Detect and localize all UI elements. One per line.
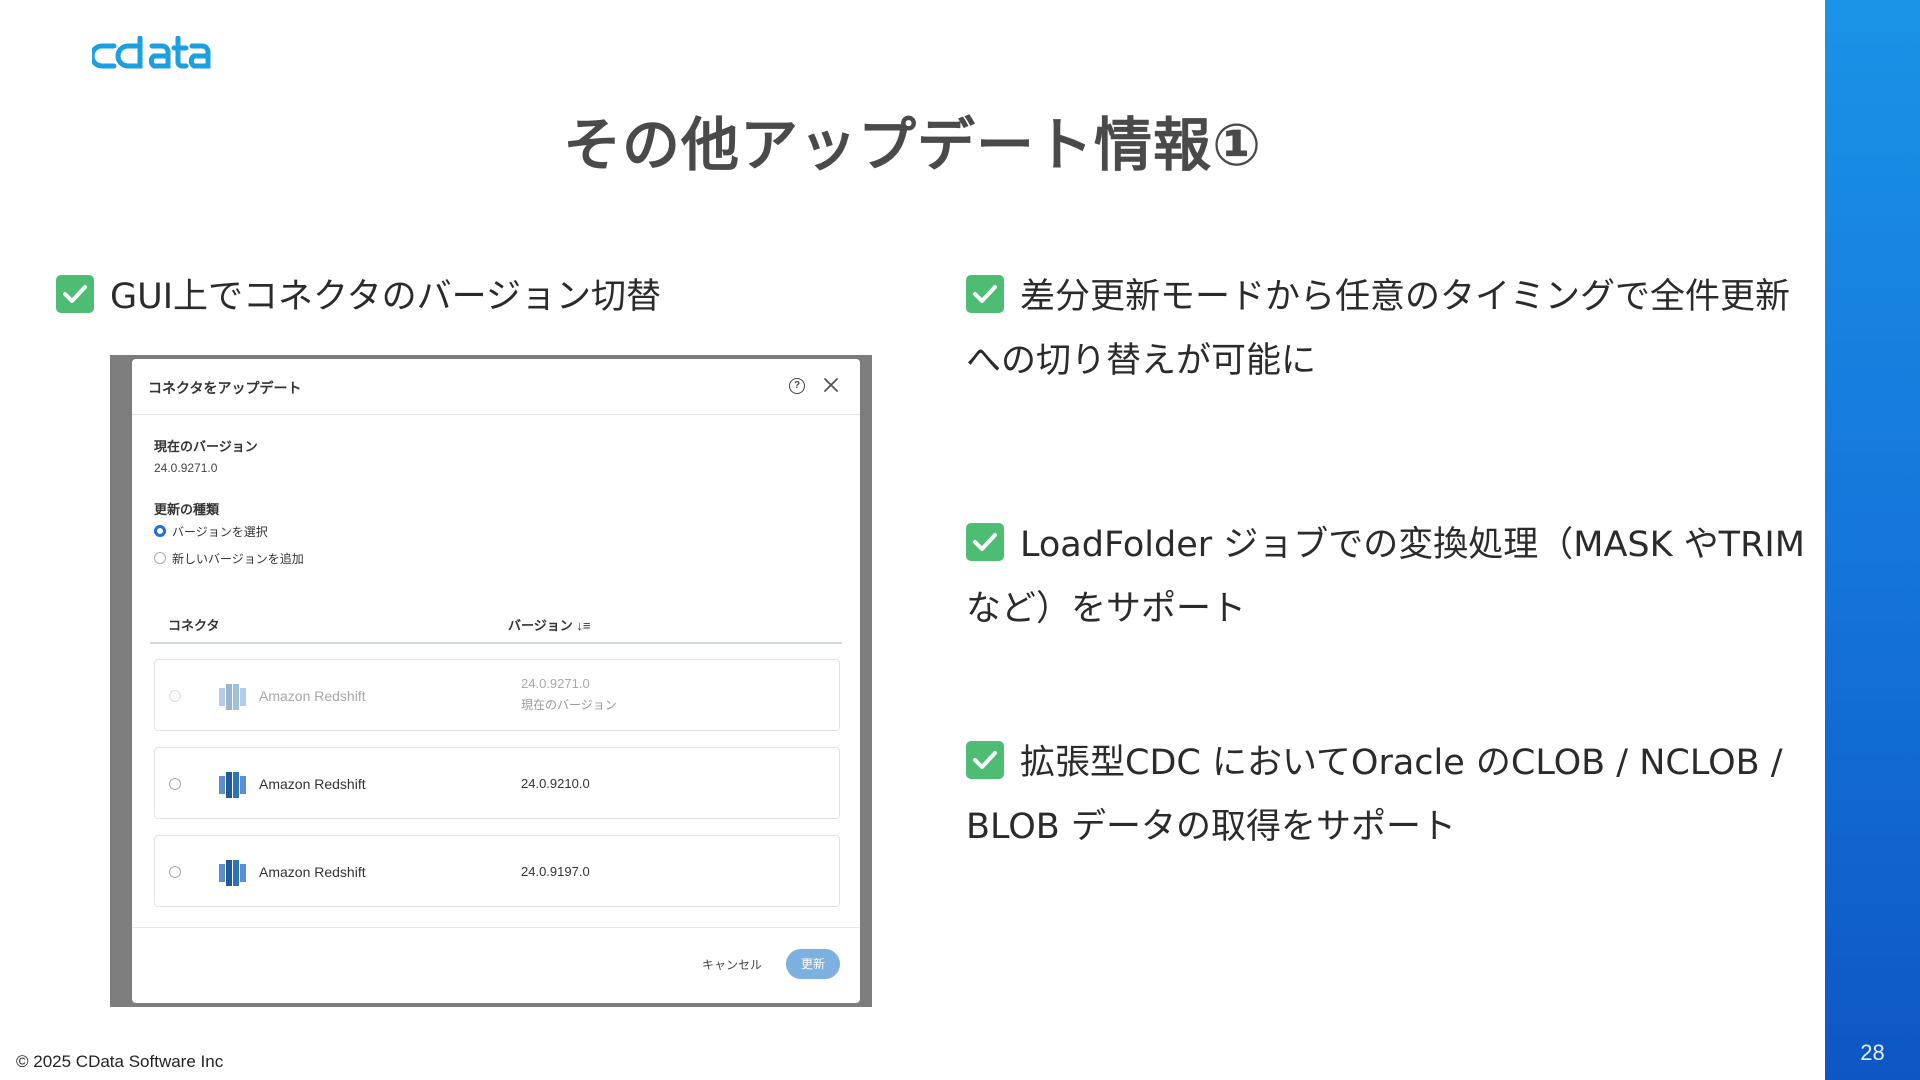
copyright: © 2025 CData Software Inc [16, 1052, 224, 1071]
row-radio[interactable] [169, 778, 181, 790]
update-type-label: 更新の種類 [154, 502, 220, 517]
current-version-value: 24.0.9271.0 [154, 461, 218, 475]
row-connector-name: Amazon Redshift [259, 864, 366, 880]
close-icon[interactable] [822, 376, 840, 394]
row-radio [169, 690, 181, 702]
help-icon[interactable]: ? [789, 378, 805, 394]
header-divider [150, 642, 842, 644]
bullet-text: GUI上でコネクタのバージョン切替 [110, 277, 661, 317]
bullet-text: LoadFolder ジョブでの変換処理（MASK やTRIM など）をサポート [966, 525, 1805, 629]
table-row[interactable]: Amazon Redshift 24.0.9197.0 [154, 835, 840, 907]
row-version: 24.0.9210.0 [521, 776, 590, 791]
row-current-note: 現在のバージョン [521, 698, 617, 712]
radio-add-version-label[interactable]: 新しいバージョンを追加 [172, 550, 304, 567]
cdata-logo-icon [92, 36, 211, 69]
bullet-full-refresh: 差分更新モードから任意のタイミングで全件更新への切り替えが可能に [966, 265, 1806, 393]
check-icon [966, 275, 1004, 313]
radio-select-version[interactable] [154, 525, 166, 537]
row-connector-name: Amazon Redshift [259, 776, 366, 792]
bullet-loadfolder: LoadFolder ジョブでの変換処理（MASK やTRIM など）をサポート [966, 513, 1806, 641]
dialog-footer-divider [132, 927, 860, 928]
row-version: 24.0.9197.0 [521, 864, 590, 879]
bullet-text: 差分更新モードから任意のタイミングで全件更新への切り替えが可能に [966, 277, 1791, 381]
row-radio[interactable] [169, 866, 181, 878]
redshift-icon [219, 772, 246, 798]
column-header-version[interactable]: バージョン ↓≡ [508, 615, 590, 634]
dialog-title: コネクタをアップデート [148, 380, 302, 396]
current-version-label: 現在のバージョン [154, 439, 258, 454]
redshift-icon [219, 684, 246, 710]
right-accent-band [1825, 0, 1920, 1080]
cancel-button[interactable]: キャンセル [702, 956, 762, 973]
bullet-version-switch: GUI上でコネクタのバージョン切替 [56, 265, 876, 329]
bullet-text: 拡張型CDC においてOracle のCLOB / NCLOB / BLOB デ… [966, 743, 1783, 847]
cdata-logo [92, 36, 218, 76]
bullet-cdc-oracle: 拡張型CDC においてOracle のCLOB / NCLOB / BLOB デ… [966, 731, 1806, 859]
row-version: 24.0.9271.0 [521, 676, 590, 691]
redshift-icon [219, 860, 246, 886]
dialog-screenshot: コネクタをアップデート ? 現在のバージョン 24.0.9271.0 更新の種類… [110, 355, 872, 1007]
row-connector-name: Amazon Redshift [259, 688, 366, 704]
radio-select-version-label[interactable]: バージョンを選択 [172, 523, 268, 540]
table-row: Amazon Redshift 24.0.9271.0 現在のバージョン [154, 659, 840, 731]
dialog-header: コネクタをアップデート ? [132, 359, 860, 415]
column-header-connector: コネクタ [168, 618, 220, 633]
slide-title: その他アップデート情報① [562, 111, 1263, 179]
check-icon [56, 275, 94, 313]
update-button[interactable]: 更新 [786, 949, 840, 979]
page-number: 28 [1860, 1040, 1885, 1065]
table-row[interactable]: Amazon Redshift 24.0.9210.0 [154, 747, 840, 819]
check-icon [966, 741, 1004, 779]
check-icon [966, 523, 1004, 561]
radio-add-version[interactable] [154, 552, 166, 564]
update-connector-dialog: コネクタをアップデート ? 現在のバージョン 24.0.9271.0 更新の種類… [132, 359, 860, 1003]
